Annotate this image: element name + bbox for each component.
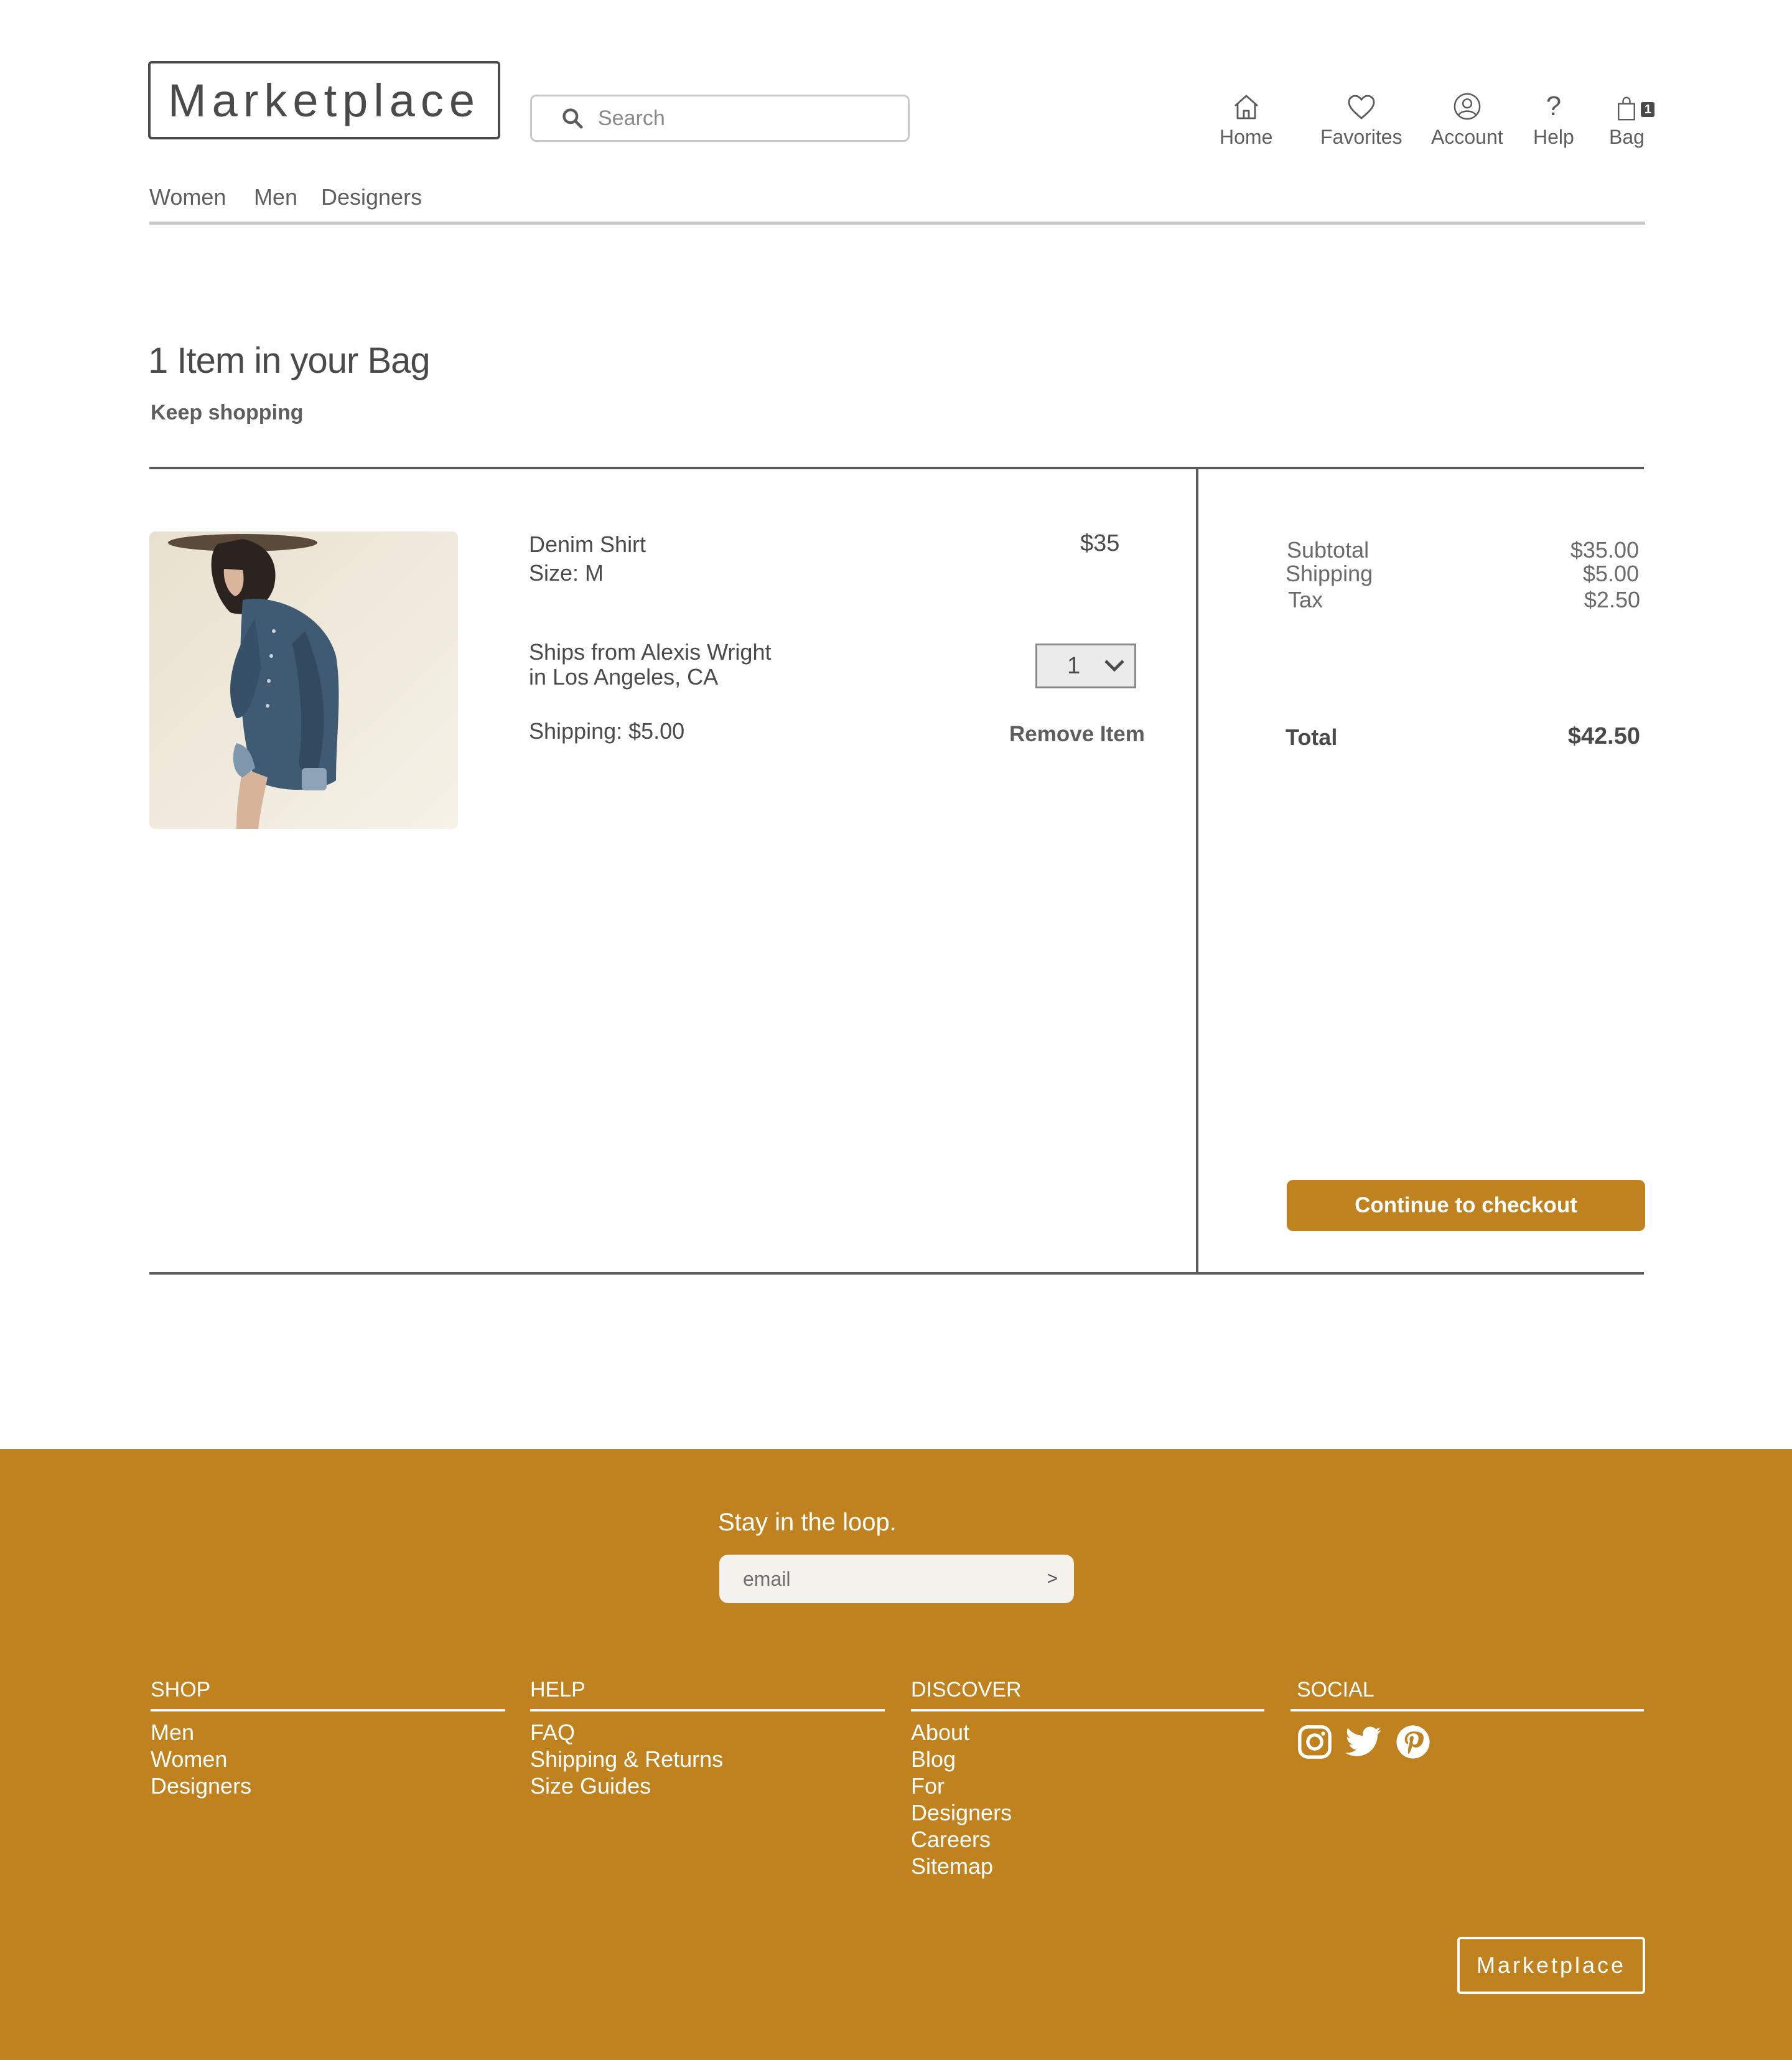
shipping-label: Shipping: [1286, 561, 1373, 586]
quantity-select[interactable]: 1: [1035, 644, 1136, 688]
pinterest-icon[interactable]: [1395, 1724, 1431, 1763]
nav-favorites[interactable]: Favorites: [1320, 90, 1402, 149]
subtotal-label: Subtotal: [1287, 537, 1370, 563]
header-divider: [149, 222, 1645, 225]
footer-link-men[interactable]: Men: [151, 1719, 251, 1746]
subtotal-value: $35.00: [1570, 537, 1639, 563]
tax-label: Tax: [1288, 587, 1323, 612]
home-icon: [1234, 95, 1258, 119]
footer-discover-divider: [911, 1709, 1264, 1711]
social-links: [1297, 1724, 1431, 1763]
footer-discover-heading: DISCOVER: [911, 1678, 1022, 1702]
category-men[interactable]: Men: [254, 184, 297, 210]
nav-help[interactable]: ? Help: [1533, 90, 1574, 149]
footer-link-for[interactable]: For: [911, 1772, 1012, 1799]
bag-count-badge: 1: [1641, 102, 1655, 117]
footer-social-heading: SOCIAL: [1297, 1678, 1374, 1702]
shipping-value: $5.00: [1582, 561, 1639, 586]
tax-value: $2.50: [1584, 587, 1640, 612]
product-image[interactable]: [149, 531, 458, 829]
footer-link-women[interactable]: Women: [151, 1746, 251, 1772]
bag-icon: [1618, 96, 1636, 121]
ships-from-line1: Ships from Alexis Wright: [529, 639, 772, 665]
ships-from-line2: in Los Angeles, CA: [529, 664, 719, 690]
footer-link-sitemap[interactable]: Sitemap: [911, 1853, 1012, 1880]
page-title: 1 Item in your Bag: [148, 340, 431, 381]
keep-shopping-link[interactable]: Keep shopping: [151, 401, 304, 425]
heart-icon: [1348, 95, 1375, 119]
category-designers[interactable]: Designers: [321, 184, 422, 210]
search-bar[interactable]: [530, 95, 910, 142]
footer-link-for-designers[interactable]: Designers: [911, 1799, 1012, 1826]
site-logo[interactable]: Marketplace: [148, 61, 500, 139]
footer-help-divider: [530, 1709, 885, 1711]
footer-link-faq[interactable]: FAQ: [530, 1719, 723, 1746]
email-input[interactable]: [742, 1566, 1018, 1591]
nav-account-label: Account: [1431, 126, 1503, 148]
footer-link-shipping-returns[interactable]: Shipping & Returns: [530, 1746, 723, 1772]
total-label: Total: [1286, 724, 1338, 750]
total-value: $42.50: [1567, 723, 1640, 749]
nav-account[interactable]: Account: [1431, 90, 1503, 149]
twitter-icon[interactable]: [1345, 1724, 1383, 1763]
quantity-value: 1: [1067, 652, 1081, 679]
bag-top-divider: [149, 467, 1644, 469]
nav-bag[interactable]: 1 Bag: [1609, 90, 1655, 149]
search-input[interactable]: [597, 105, 892, 131]
continue-to-checkout-button[interactable]: Continue to checkout: [1287, 1180, 1645, 1231]
product-size: Size: M: [529, 560, 604, 586]
nav-home[interactable]: Home: [1220, 90, 1272, 149]
nav-favorites-label: Favorites: [1320, 126, 1402, 148]
footer-link-size-guides[interactable]: Size Guides: [530, 1772, 723, 1799]
denim-shirt-photo: [149, 531, 458, 829]
footer-logo[interactable]: Marketplace: [1457, 1937, 1645, 1994]
item-shipping: Shipping: $5.00: [529, 718, 685, 744]
footer-link-careers[interactable]: Careers: [911, 1826, 1012, 1853]
footer-help-heading: HELP: [530, 1678, 586, 1702]
account-icon: [1454, 93, 1481, 120]
instagram-icon[interactable]: [1297, 1724, 1333, 1763]
search-icon: [562, 108, 583, 129]
nav-help-label: Help: [1533, 126, 1574, 148]
footer-shop-divider: [151, 1709, 505, 1711]
nav-home-label: Home: [1220, 126, 1273, 148]
chevron-down-icon: [1104, 660, 1124, 672]
product-price: $35: [1080, 530, 1120, 556]
remove-item-button[interactable]: Remove Item: [1009, 722, 1145, 747]
nav-bag-label: Bag: [1609, 126, 1645, 148]
footer-link-blog[interactable]: Blog: [911, 1746, 1012, 1772]
newsletter-form: >: [719, 1555, 1074, 1603]
category-women[interactable]: Women: [149, 184, 226, 210]
help-icon: ?: [1546, 91, 1562, 121]
product-name[interactable]: Denim Shirt: [529, 530, 646, 559]
footer-link-about[interactable]: About: [911, 1719, 1012, 1746]
newsletter-title: Stay in the loop.: [718, 1509, 897, 1536]
footer-social-divider: [1290, 1709, 1644, 1711]
bag-bottom-divider: [149, 1272, 1644, 1275]
footer-link-designers[interactable]: Designers: [151, 1772, 251, 1799]
newsletter-submit-button[interactable]: >: [1047, 1568, 1058, 1589]
footer-shop-heading: SHOP: [151, 1678, 211, 1702]
bag-column-divider: [1196, 468, 1198, 1275]
